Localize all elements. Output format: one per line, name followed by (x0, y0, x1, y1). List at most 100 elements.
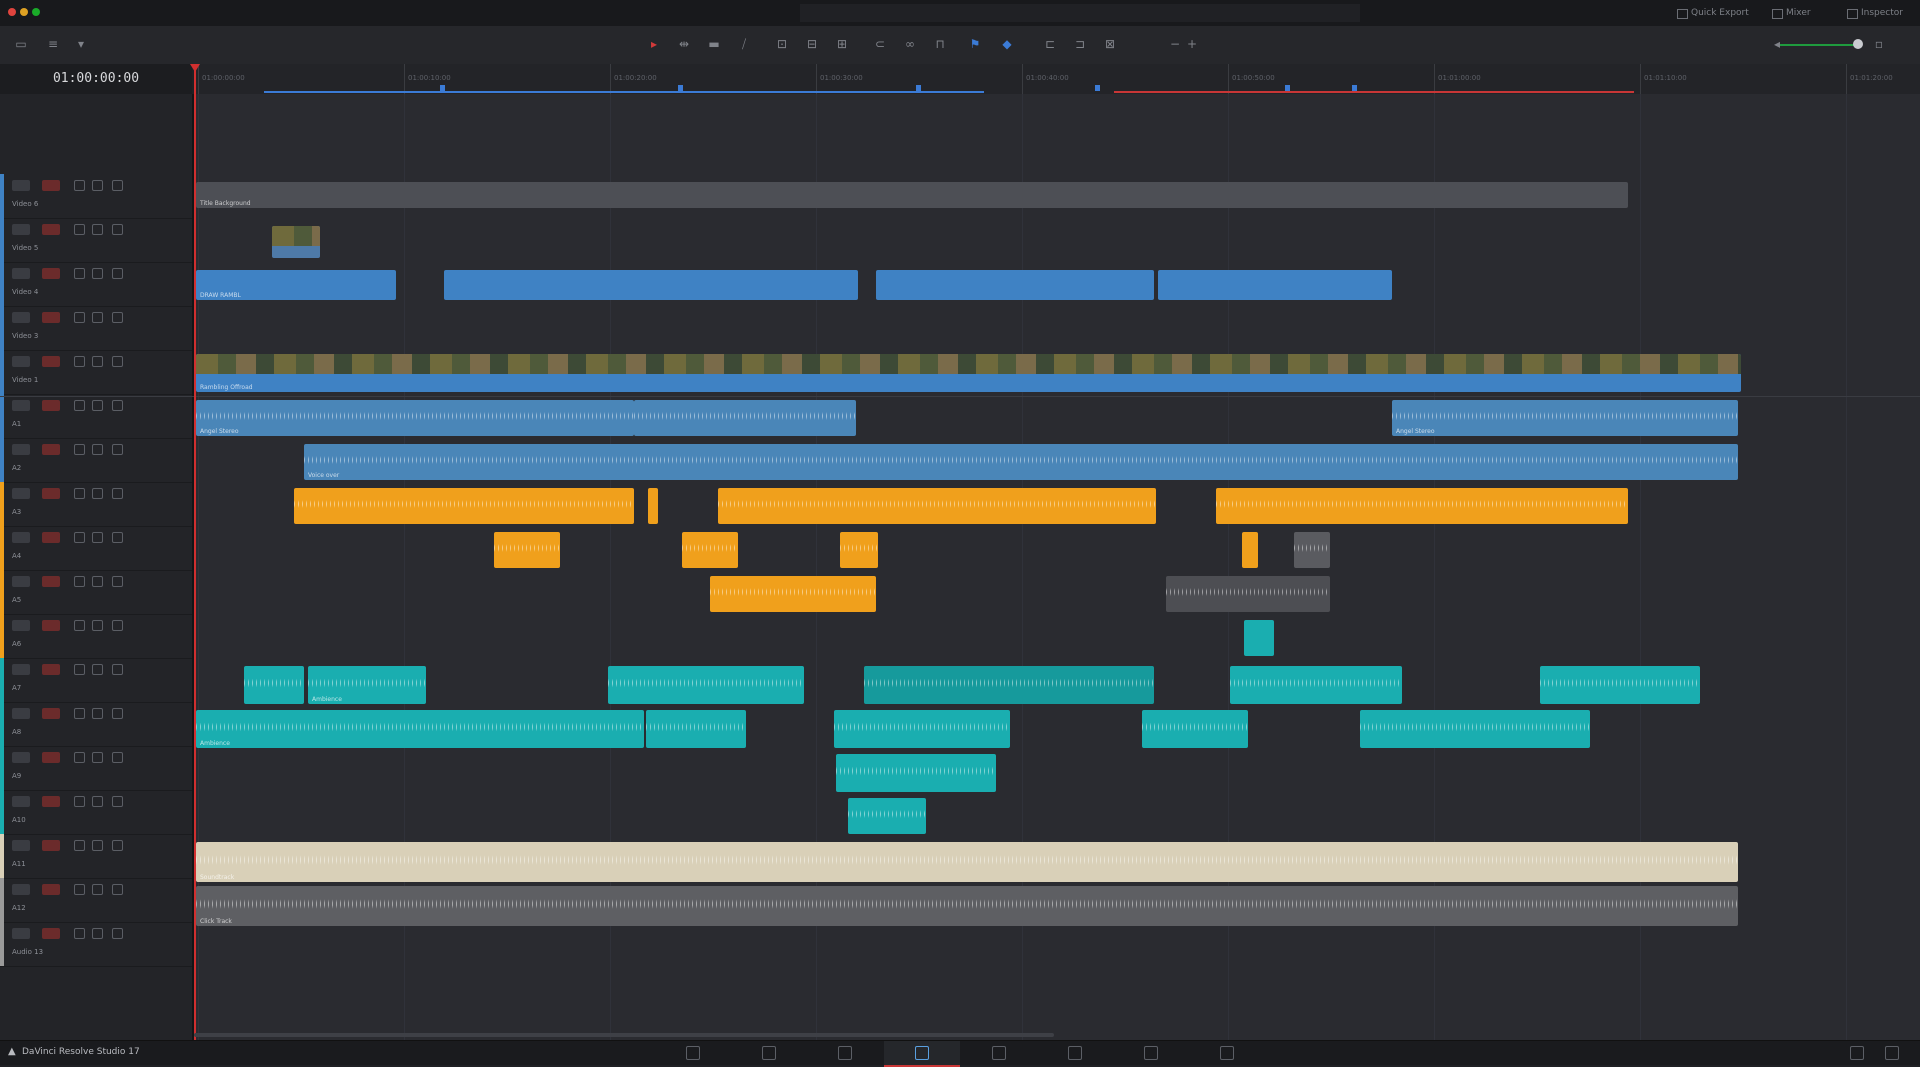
audio-clip[interactable]: Voice over (304, 444, 1738, 480)
audio-clip[interactable] (840, 532, 878, 568)
zoom-full-icon[interactable]: ⊏ (1043, 37, 1057, 51)
audio-clip[interactable]: Angel Stereo (196, 400, 634, 436)
audio-clip[interactable] (864, 666, 1154, 704)
track-control-icon[interactable] (92, 400, 103, 411)
track-control-icon[interactable] (74, 532, 85, 543)
track-record-button[interactable] (12, 752, 30, 763)
track-header[interactable]: A9 (0, 746, 192, 791)
track-mute-button[interactable] (42, 576, 60, 587)
track-control-icon[interactable] (92, 356, 103, 367)
track-control-icon[interactable] (92, 268, 103, 279)
zoom-out-icon[interactable]: − (1168, 37, 1182, 51)
track-mute-button[interactable] (42, 224, 60, 235)
track-mute-button[interactable] (42, 664, 60, 675)
track-record-button[interactable] (12, 796, 30, 807)
audio-clip[interactable] (718, 488, 1156, 524)
flag-icon[interactable]: ⚑ (968, 37, 982, 51)
track-mute-button[interactable] (42, 268, 60, 279)
track-header[interactable]: A2 (0, 438, 192, 483)
audio-clip[interactable] (494, 532, 560, 568)
marker-icon[interactable]: ◆ (1000, 37, 1014, 51)
audio-clip[interactable] (1242, 532, 1258, 568)
track-mute-button[interactable] (42, 488, 60, 499)
track-control-icon[interactable] (112, 620, 123, 631)
track-control-icon[interactable] (112, 752, 123, 763)
audio-clip[interactable] (1142, 710, 1248, 748)
track-control-icon[interactable] (92, 224, 103, 235)
minimize-window-button[interactable] (20, 8, 28, 16)
track-control-icon[interactable] (92, 708, 103, 719)
timeline-area[interactable]: Title Background DRAW RAMBL Rambling Offro… (194, 94, 1920, 1040)
audio-clip[interactable] (710, 576, 876, 612)
track-header[interactable]: A11 (0, 834, 192, 879)
video-clip[interactable] (1158, 270, 1392, 300)
track-lock-button[interactable] (12, 312, 30, 323)
track-control-icon[interactable] (112, 224, 123, 235)
track-mute-button[interactable] (42, 444, 60, 455)
track-control-icon[interactable] (92, 488, 103, 499)
zoom-window-button[interactable] (32, 8, 40, 16)
track-header[interactable]: Video 1 (0, 350, 192, 395)
volume-slider-track[interactable] (1780, 44, 1860, 46)
track-control-icon[interactable] (74, 224, 85, 235)
track-control-icon[interactable] (74, 884, 85, 895)
track-record-button[interactable] (12, 928, 30, 939)
track-record-button[interactable] (12, 576, 30, 587)
track-control-icon[interactable] (74, 180, 85, 191)
timeline-marker[interactable] (1285, 85, 1290, 91)
audio-clip[interactable] (1216, 488, 1628, 524)
audio-clip[interactable] (834, 710, 1010, 748)
track-control-icon[interactable] (112, 928, 123, 939)
track-control-icon[interactable] (112, 708, 123, 719)
track-record-button[interactable] (12, 708, 30, 719)
audio-clip[interactable] (848, 798, 926, 834)
track-control-icon[interactable] (92, 928, 103, 939)
title-clip[interactable]: DRAW RAMBL (196, 270, 396, 300)
track-header[interactable]: A1 (0, 394, 192, 439)
track-control-icon[interactable] (74, 752, 85, 763)
zoom-custom-icon[interactable]: ⊠ (1103, 37, 1117, 51)
cut-page-icon[interactable] (762, 1046, 776, 1060)
view-options-icon[interactable]: ▾ (74, 37, 88, 51)
track-mute-button[interactable] (42, 620, 60, 631)
track-mute-button[interactable] (42, 400, 60, 411)
track-mute-button[interactable] (42, 356, 60, 367)
video-clip[interactable]: Rambling Offroad (196, 354, 1741, 392)
track-control-icon[interactable] (74, 708, 85, 719)
audio-clip[interactable] (244, 666, 304, 704)
insert-clip-icon[interactable]: ⊡ (775, 37, 789, 51)
track-lock-button[interactable] (12, 268, 30, 279)
audio-clip[interactable]: Ambience (308, 666, 426, 704)
quick-export-button[interactable]: Quick Export (1675, 6, 1749, 20)
video-clip[interactable] (876, 270, 1154, 300)
home-icon[interactable] (1850, 1046, 1864, 1060)
track-control-icon[interactable] (112, 796, 123, 807)
track-control-icon[interactable] (74, 796, 85, 807)
track-mute-button[interactable] (42, 312, 60, 323)
overwrite-clip-icon[interactable]: ⊟ (805, 37, 819, 51)
zoom-in-icon[interactable]: + (1185, 37, 1199, 51)
media-page-icon[interactable] (686, 1046, 700, 1060)
track-header[interactable]: Video 6 (0, 174, 192, 219)
edit-page-icon-2[interactable] (838, 1046, 852, 1060)
track-header[interactable]: A4 (0, 526, 192, 571)
track-control-icon[interactable] (112, 356, 123, 367)
audio-clip[interactable] (1230, 666, 1402, 704)
position-lock-icon[interactable]: ⊓ (933, 37, 947, 51)
track-record-button[interactable] (12, 532, 30, 543)
inspector-button[interactable]: Inspector (1845, 6, 1903, 20)
audio-clip[interactable] (294, 488, 634, 524)
time-ruler[interactable]: 01:00:00:00 01:00:10:00 01:00:20:00 01:00:3… (194, 64, 1920, 95)
track-control-icon[interactable] (74, 312, 85, 323)
track-height-icon[interactable]: ≡ (46, 37, 60, 51)
playhead[interactable] (194, 64, 196, 1040)
track-mute-button[interactable] (42, 180, 60, 191)
fairlight-page-icon[interactable] (1144, 1046, 1158, 1060)
trim-tool-icon[interactable]: ⇹ (677, 37, 691, 51)
timeline-marker[interactable] (678, 85, 683, 91)
audio-clip[interactable] (1166, 576, 1330, 612)
track-header[interactable]: A6 (0, 614, 192, 659)
audio-clip[interactable] (646, 710, 746, 748)
timeline-marker[interactable] (1095, 85, 1100, 91)
video-clip[interactable] (444, 270, 858, 300)
